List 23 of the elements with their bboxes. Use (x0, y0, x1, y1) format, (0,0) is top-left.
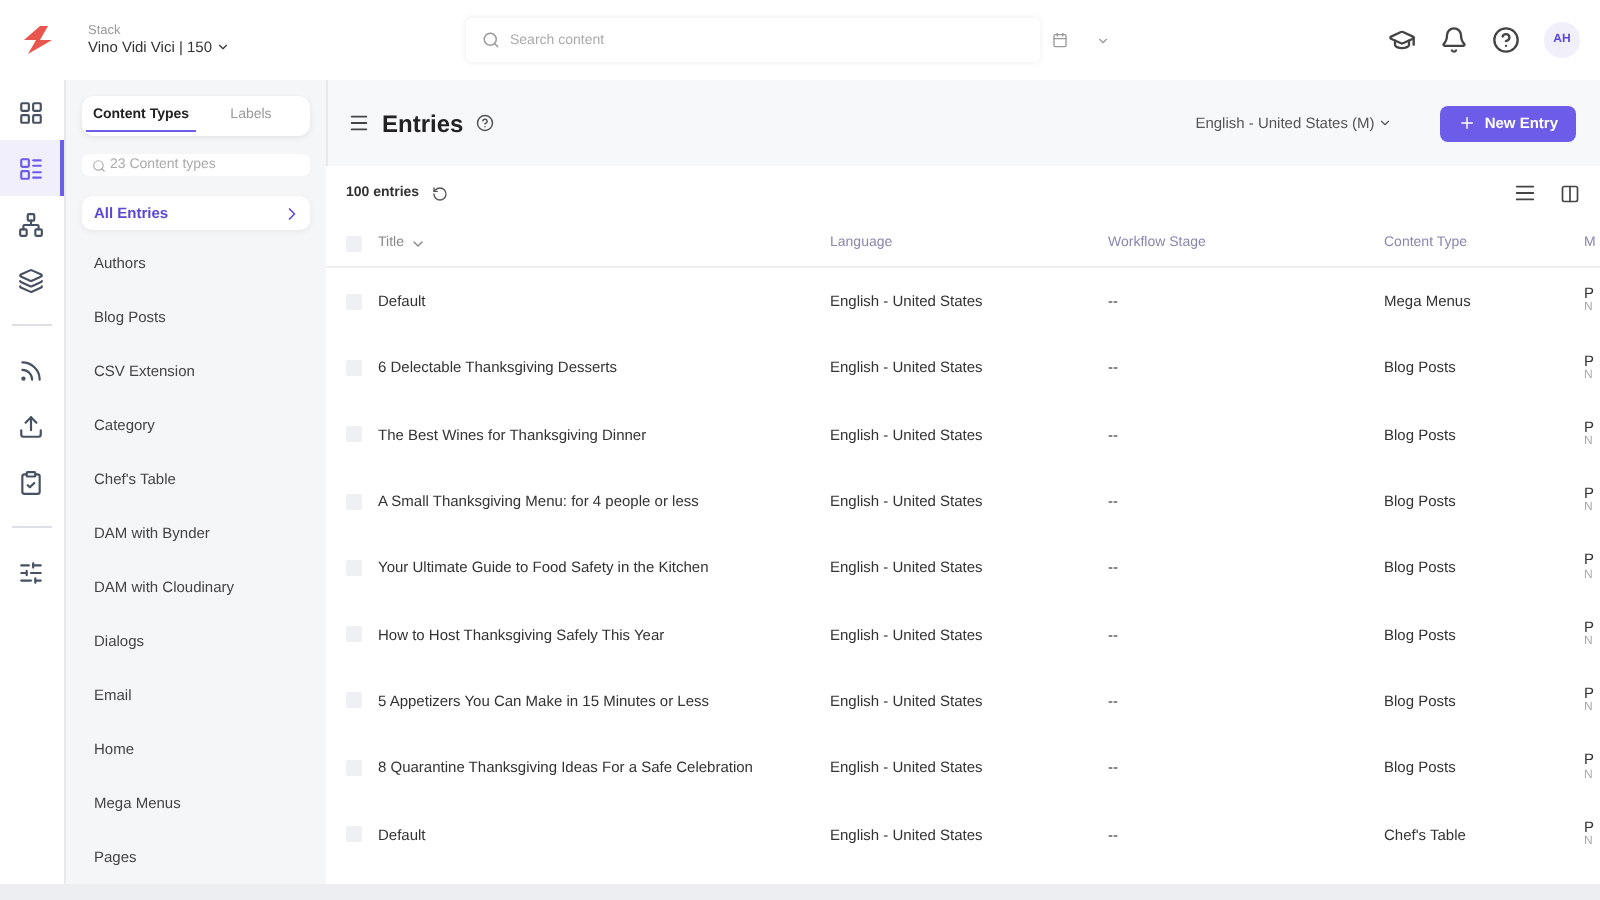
page-title: Entries (382, 109, 464, 137)
list-icon (17, 155, 43, 181)
columns-icon[interactable] (1560, 183, 1580, 203)
calendar-icon[interactable] (1052, 32, 1068, 48)
density-icon[interactable] (1514, 182, 1536, 204)
clipboard-icon (17, 469, 43, 495)
menu-icon[interactable] (348, 112, 370, 134)
tree-icon (17, 211, 43, 237)
academy-icon[interactable] (1388, 26, 1416, 54)
help-icon[interactable] (475, 114, 494, 132)
help-icon[interactable] (1492, 26, 1520, 54)
bell-icon[interactable] (1440, 26, 1468, 54)
caret-icon[interactable] (1096, 33, 1110, 47)
sliders-icon (17, 559, 43, 585)
upload-icon (17, 413, 43, 439)
caret-icon (216, 40, 230, 54)
plus-icon (1458, 114, 1477, 132)
refresh-icon[interactable] (431, 185, 448, 201)
grid-icon (17, 99, 43, 125)
nav-item[interactable] (0, 140, 64, 196)
layers-icon (17, 267, 43, 293)
search-icon (92, 158, 106, 173)
caret-icon (1378, 116, 1393, 130)
